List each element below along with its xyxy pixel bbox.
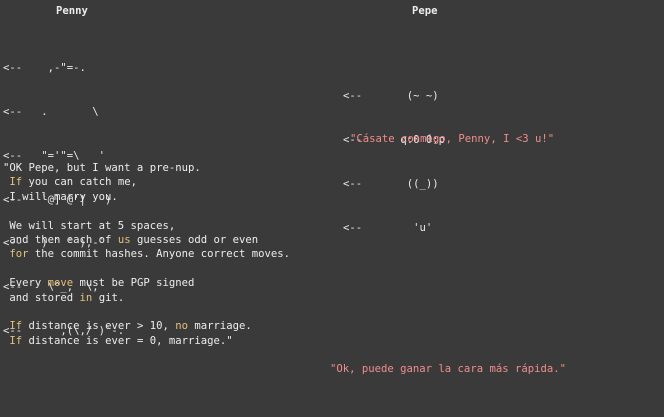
pepe-final-quote: "Ok, puede ganar la cara más rápida." bbox=[330, 363, 566, 375]
reply-line: I will marry you. bbox=[3, 190, 290, 204]
keyword-token: in bbox=[79, 291, 93, 304]
text-token: Every bbox=[3, 277, 48, 290]
penny-reply-text: "OK Pepe, but I want a pre-nup. If you c… bbox=[3, 161, 290, 348]
reply-line: If you can catch me, bbox=[3, 175, 290, 189]
terminal-screen: Penny Pepe <-- ,-"=-. <-- . \ <-- "='"=\… bbox=[0, 0, 664, 417]
text-token: distance is ever = 0, marriage." bbox=[22, 334, 233, 347]
pepe-name: Pepe bbox=[412, 5, 438, 17]
reply-line: If distance is ever > 10, no marriage. bbox=[3, 319, 290, 333]
text-token: guesses odd or even bbox=[130, 234, 259, 247]
text-token: distance is ever > 10, bbox=[22, 320, 176, 333]
reply-line bbox=[3, 305, 290, 319]
reply-line: Every move must be PGP signed bbox=[3, 276, 290, 290]
pepe-proposal-quote: "Cásate conmigo, Penny, I <3 u!" bbox=[350, 133, 555, 145]
keyword-token: move bbox=[47, 277, 74, 290]
text-token: must be PGP signed bbox=[73, 277, 195, 290]
reply-line: We will start at 5 spaces, bbox=[3, 219, 290, 233]
text-token: I will marry you. bbox=[3, 190, 118, 203]
keyword-token: If bbox=[9, 176, 23, 189]
penny-name: Penny bbox=[56, 5, 88, 17]
keyword-token: for bbox=[9, 248, 29, 261]
pepe-ascii-line: <-- 'u' bbox=[343, 221, 433, 234]
reply-line: and stored in git. bbox=[3, 291, 290, 305]
text-token: and stored bbox=[3, 291, 80, 304]
keyword-token: If bbox=[9, 334, 23, 347]
text-token: the commit hashes. Anyone correct moves. bbox=[28, 248, 291, 261]
text-token: We will start at 5 spaces, bbox=[3, 219, 176, 232]
reply-line: If distance is ever = 0, marriage." bbox=[3, 334, 290, 348]
reply-line: "OK Pepe, but I want a pre-nup. bbox=[3, 161, 290, 175]
pepe-ascii-art: <-- (~ ~) <-- q:0 0:p <-- ((_)) <-- 'u' bbox=[343, 60, 445, 264]
text-token: and then each of bbox=[3, 234, 118, 247]
penny-ascii-line: <-- ,-"=-. bbox=[3, 62, 86, 75]
text-token: you can catch me, bbox=[22, 176, 137, 189]
reply-line: and then each of us guesses odd or even bbox=[3, 233, 290, 247]
penny-ascii-line: <-- . \ bbox=[3, 105, 99, 118]
text-token: "OK Pepe, but I want a pre-nup. bbox=[3, 162, 201, 174]
reply-line bbox=[3, 262, 290, 276]
pepe-ascii-line: <-- (~ ~) bbox=[343, 90, 439, 103]
text-token: git. bbox=[92, 291, 125, 304]
reply-line: for the commit hashes. Anyone correct mo… bbox=[3, 247, 290, 261]
keyword-token: no bbox=[175, 320, 188, 333]
keyword-token: us bbox=[117, 234, 131, 247]
pepe-ascii-line: <-- ((_)) bbox=[343, 177, 439, 190]
text-token: marriage. bbox=[188, 320, 252, 333]
reply-line bbox=[3, 204, 290, 218]
keyword-token: If bbox=[9, 320, 23, 333]
